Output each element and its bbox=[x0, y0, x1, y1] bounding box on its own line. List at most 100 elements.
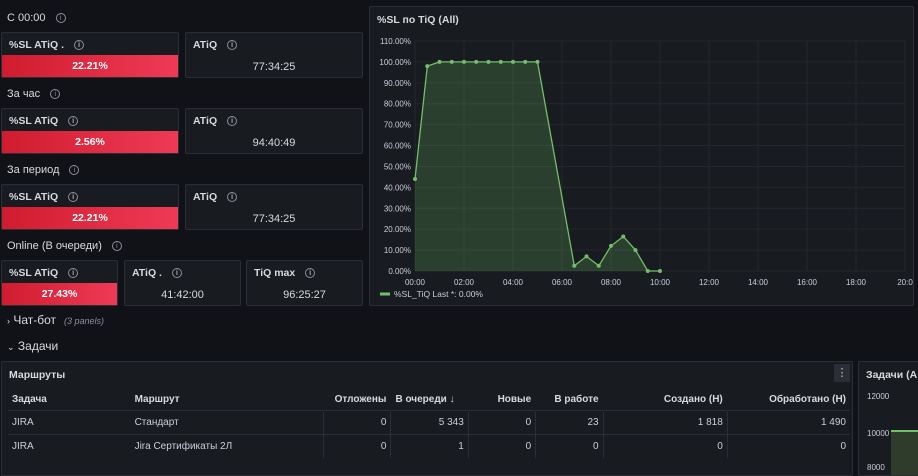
y-tick-label: 90.00% bbox=[384, 79, 411, 88]
stat-value: 77:34:25 bbox=[252, 61, 296, 73]
panel-title: %SL ATiQ bbox=[9, 115, 59, 127]
section-chatbot-note: (3 panels) bbox=[64, 316, 105, 326]
y-tick-label: 70.00% bbox=[384, 121, 411, 130]
info-icon[interactable]: i bbox=[69, 165, 80, 175]
atiq-hour-panel[interactable]: ATiQ i 94:40:49 bbox=[185, 108, 363, 154]
column-header[interactable]: Новые bbox=[468, 388, 535, 411]
stat-value: 22.21% bbox=[2, 55, 178, 77]
table-cell: JIRA bbox=[8, 434, 131, 458]
panel-menu-icon[interactable]: ⋮ bbox=[834, 364, 850, 382]
column-header-sorted[interactable]: В очереди ↓ bbox=[391, 388, 468, 411]
panel-title: ATiQ bbox=[193, 115, 218, 127]
table-row[interactable]: JIRA Jira Сертификаты 2Л 0 1 0 0 0 0 bbox=[8, 434, 850, 458]
stat-value: 27.43% bbox=[2, 283, 117, 305]
y-tick-label: 8000 bbox=[867, 463, 885, 472]
info-icon[interactable]: i bbox=[305, 268, 316, 278]
data-point bbox=[621, 234, 626, 239]
panel-title: ATiQ bbox=[193, 191, 218, 203]
x-tick-label: 00:00 bbox=[405, 278, 426, 287]
stat-value: 41:42:00 bbox=[161, 289, 204, 301]
x-tick-label: 20:0 bbox=[897, 278, 913, 287]
tasks-title: Задачи (All) bbox=[866, 369, 918, 381]
section-tasks[interactable]: ⌄ Задачи bbox=[7, 339, 58, 353]
x-tick-label: 14:00 bbox=[748, 278, 769, 287]
column-header[interactable]: Обработано (H) bbox=[727, 388, 850, 411]
column-header[interactable]: Создано (H) bbox=[603, 388, 727, 411]
sl-atiq-period-panel[interactable]: %SL ATiQ i 22.21% bbox=[1, 184, 179, 230]
stat-value: 94:40:49 bbox=[252, 137, 296, 149]
y-tick-label: 80.00% bbox=[384, 100, 411, 109]
data-point bbox=[425, 64, 430, 69]
atiq-since-panel[interactable]: ATiQ i 77:34:25 bbox=[185, 32, 363, 78]
row-title-period: За период i bbox=[7, 164, 80, 176]
x-tick-label: 02:00 bbox=[454, 278, 475, 287]
data-point bbox=[474, 59, 479, 64]
tasks-panel[interactable]: Задачи (All) 12000 10000 8000 bbox=[858, 361, 918, 476]
stat-value: 96:25:27 bbox=[283, 289, 326, 301]
table-cell: 1 bbox=[390, 434, 469, 458]
info-icon[interactable]: i bbox=[68, 268, 79, 278]
table-cell: 5 343 bbox=[390, 410, 469, 435]
data-point bbox=[449, 59, 454, 64]
info-icon[interactable]: i bbox=[227, 116, 238, 126]
table-cell: 0 bbox=[467, 434, 536, 458]
table-row[interactable]: JIRA Стандарт 0 5 343 0 23 1 818 1 490 bbox=[8, 410, 850, 435]
atiq-period-panel[interactable]: ATiQ i 77:34:25 bbox=[185, 184, 363, 230]
table-header-row: Задача Маршрут Отложены В очереди ↓ Новы… bbox=[8, 388, 850, 411]
info-icon[interactable]: i bbox=[74, 40, 85, 50]
table-cell: JIRA bbox=[8, 410, 131, 435]
table-cell: 0 bbox=[726, 434, 850, 458]
row-title-since-label: С 00:00 bbox=[7, 12, 46, 24]
table-cell: 0 bbox=[322, 410, 391, 435]
sl-atiq-online-panel[interactable]: %SL ATiQ i 27.43% bbox=[1, 260, 118, 306]
table-cell: 23 bbox=[535, 410, 604, 435]
sl-atiq-since-panel[interactable]: %SL ATiQ . i 22.21% bbox=[1, 32, 179, 78]
data-point bbox=[462, 59, 466, 64]
row-title-online: Online (В очереди) i bbox=[7, 240, 122, 252]
column-header[interactable]: Отложены bbox=[323, 388, 391, 411]
table-cell: 0 bbox=[467, 410, 536, 435]
info-icon[interactable]: i bbox=[50, 89, 61, 99]
data-point bbox=[535, 59, 540, 64]
column-header[interactable]: Маршрут bbox=[130, 388, 323, 411]
data-point bbox=[584, 254, 589, 259]
panel-title: %SL ATiQ bbox=[9, 191, 59, 203]
info-icon[interactable]: i bbox=[68, 192, 79, 202]
row-title-hour: За час i bbox=[7, 88, 61, 100]
column-header[interactable]: В работе bbox=[536, 388, 603, 411]
table-cell: 0 bbox=[535, 434, 604, 458]
data-point bbox=[498, 59, 503, 64]
sl-atiq-hour-panel[interactable]: %SL ATiQ i 2.56% bbox=[1, 108, 179, 154]
column-header[interactable]: Задача bbox=[8, 388, 130, 411]
info-icon[interactable]: i bbox=[68, 116, 79, 126]
table-cell: Стандарт bbox=[130, 410, 324, 435]
section-chatbot-label: Чат-бот bbox=[13, 313, 57, 327]
table-cell: 0 bbox=[322, 434, 391, 458]
panel-title: ATiQ bbox=[193, 39, 218, 51]
tasks-area bbox=[891, 430, 918, 475]
panel-title: %SL ATiQ bbox=[9, 267, 59, 279]
x-tick-label: 06:00 bbox=[552, 278, 573, 287]
tiq-max-online-panel[interactable]: TiQ max i 96:25:27 bbox=[246, 260, 363, 306]
info-icon[interactable]: i bbox=[227, 40, 238, 50]
info-icon[interactable]: i bbox=[171, 268, 182, 278]
stat-value: 77:34:25 bbox=[252, 213, 296, 225]
info-icon[interactable]: i bbox=[227, 192, 238, 202]
data-point bbox=[609, 243, 613, 248]
routes-table: Задача Маршрут Отложены В очереди ↓ Новы… bbox=[8, 388, 850, 458]
panel-title: TiQ max bbox=[254, 267, 296, 279]
sl-tiq-chart-panel[interactable]: %SL по TiQ (All) 0.00% 10.00% 20.00% 30.00%… bbox=[369, 6, 914, 306]
info-icon[interactable]: i bbox=[55, 13, 66, 23]
section-chatbot[interactable]: › Чат-бот (3 panels) bbox=[7, 313, 104, 327]
data-point bbox=[523, 59, 528, 64]
x-tick-label: 12:00 bbox=[699, 278, 720, 287]
routes-panel[interactable]: Маршруты ⋮ Задача Маршрут Отложены В оче… bbox=[1, 361, 853, 476]
row-title-since: С 00:00 i bbox=[7, 12, 66, 24]
y-tick-label: 12000 bbox=[867, 392, 890, 401]
info-icon[interactable]: i bbox=[111, 241, 122, 251]
data-point bbox=[511, 59, 515, 64]
data-point bbox=[645, 269, 650, 273]
atiq-online-panel[interactable]: ATiQ . i 41:42:00 bbox=[124, 260, 241, 306]
routes-title: Маршруты bbox=[9, 369, 66, 381]
y-tick-label: 0.00% bbox=[388, 267, 411, 276]
